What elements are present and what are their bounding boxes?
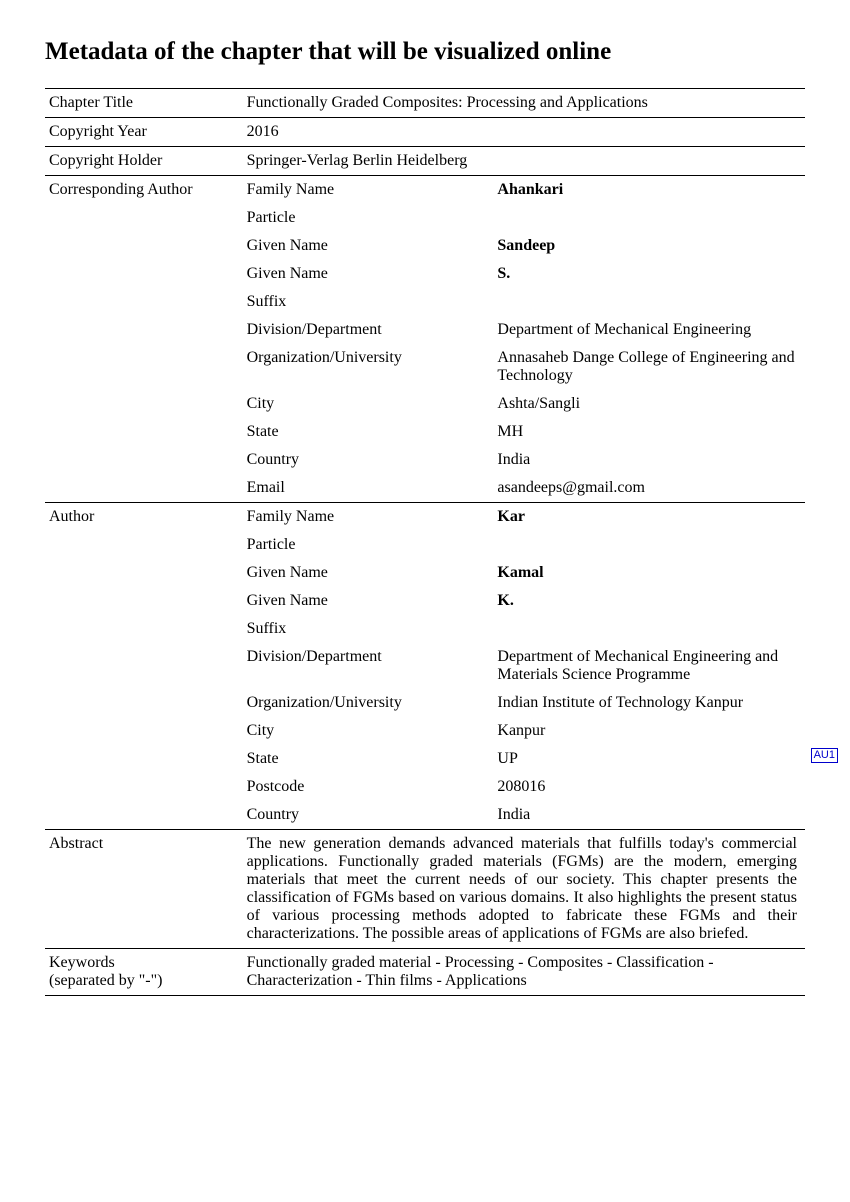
row-value: Functionally Graded Composites: Processi… [243,89,805,118]
field-key: Particle [243,531,494,559]
row-label [45,204,243,232]
row-label [45,446,243,474]
field-key: Email [243,474,494,503]
field-value: UP [493,745,805,773]
field-value: Indian Institute of Technology Kanpur [493,689,805,717]
field-value: MH [493,418,805,446]
page-title: Metadata of the chapter that will be vis… [45,38,805,66]
row-value: Springer-Verlag Berlin Heidelberg [243,147,805,176]
field-key: Organization/University [243,689,494,717]
row-value: The new generation demands advanced mate… [243,830,805,949]
field-key: Particle [243,204,494,232]
field-value [493,615,805,643]
field-value: Sandeep [493,232,805,260]
field-key: State [243,418,494,446]
row-label [45,232,243,260]
field-value: K. [493,587,805,615]
field-key: Postcode [243,773,494,801]
row-label: Keywords(separated by "-") [45,949,243,996]
row-label [45,717,243,745]
row-value: Functionally graded material - Processin… [243,949,805,996]
field-key: State [243,745,494,773]
field-key: City [243,717,494,745]
field-key: Division/Department [243,643,494,689]
field-value: India [493,801,805,830]
field-value: Department of Mechanical Engineering and… [493,643,805,689]
field-key: Given Name [243,232,494,260]
row-label [45,531,243,559]
row-label [45,288,243,316]
field-value: Ahankari [493,176,805,205]
field-value: S. [493,260,805,288]
field-value [493,288,805,316]
field-value: 208016 [493,773,805,801]
field-value: Department of Mechanical Engineering [493,316,805,344]
field-key: Given Name [243,260,494,288]
field-value: Kar [493,503,805,532]
annotation-au1: AU1 [811,748,838,763]
field-value: asandeeps@gmail.com [493,474,805,503]
field-key: Organization/University [243,344,494,390]
field-value: Annasaheb Dange College of Engineering a… [493,344,805,390]
field-key: Country [243,446,494,474]
field-key: Family Name [243,503,494,532]
field-value [493,531,805,559]
row-label [45,643,243,689]
field-key: Country [243,801,494,830]
row-label: Copyright Year [45,118,243,147]
field-key: Division/Department [243,316,494,344]
row-label [45,689,243,717]
row-value: 2016 [243,118,805,147]
row-label [45,559,243,587]
row-label: Chapter Title [45,89,243,118]
row-label [45,773,243,801]
field-value: Ashta/Sangli [493,390,805,418]
row-label [45,745,243,773]
row-label: Author [45,503,243,532]
row-label [45,418,243,446]
row-label [45,316,243,344]
row-label [45,344,243,390]
field-value: India [493,446,805,474]
row-label [45,587,243,615]
field-value: Kanpur [493,717,805,745]
row-label: Copyright Holder [45,147,243,176]
field-key: Family Name [243,176,494,205]
row-label [45,615,243,643]
field-key: City [243,390,494,418]
field-key: Given Name [243,559,494,587]
row-label: Abstract [45,830,243,949]
field-value: Kamal [493,559,805,587]
row-label: Corresponding Author [45,176,243,205]
metadata-table: Chapter TitleFunctionally Graded Composi… [45,88,805,996]
field-key: Given Name [243,587,494,615]
row-label [45,474,243,503]
field-key: Suffix [243,288,494,316]
field-key: Suffix [243,615,494,643]
row-label [45,801,243,830]
row-label [45,260,243,288]
field-value [493,204,805,232]
row-label [45,390,243,418]
